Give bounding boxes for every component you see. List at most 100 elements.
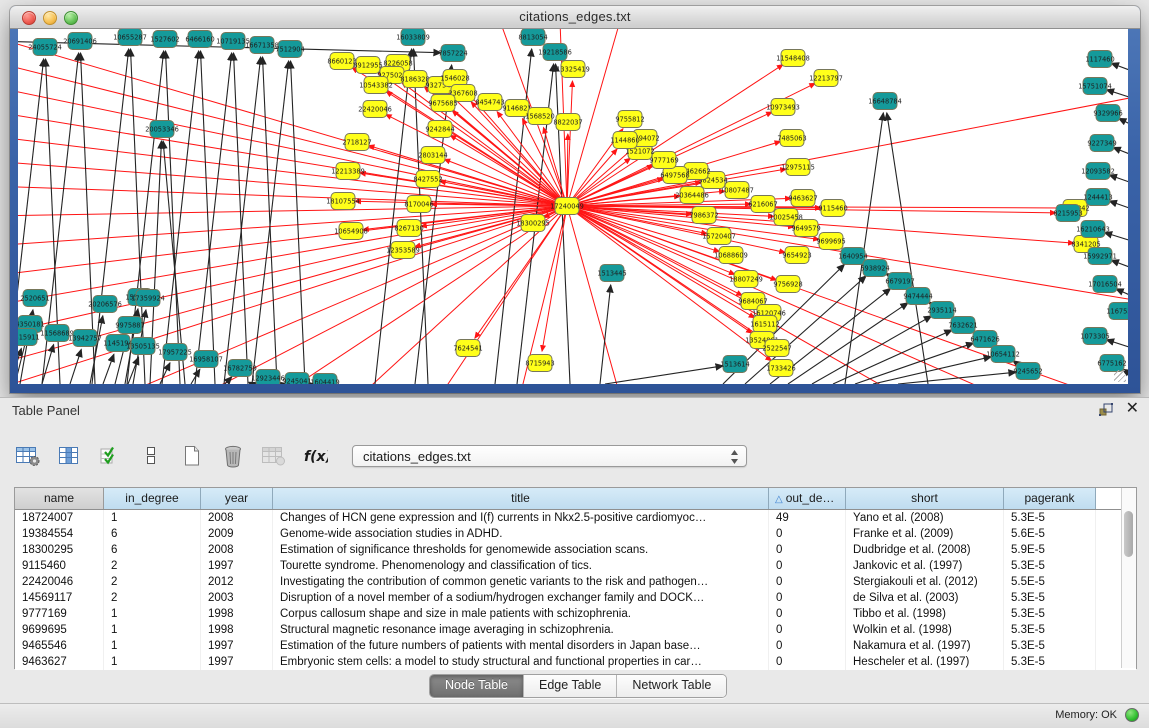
select-checks-icon[interactable] — [96, 443, 124, 469]
scrollbar-thumb[interactable] — [1124, 511, 1133, 557]
network-node[interactable]: 2803144 — [418, 147, 447, 164]
column-header-in_degree[interactable]: in_degree — [104, 488, 201, 509]
network-node[interactable]: 22420046 — [358, 101, 392, 118]
network-node[interactable]: 1244413 — [1083, 189, 1112, 206]
table-row[interactable]: 2242004622012Investigating the contribut… — [15, 574, 1136, 590]
table-selector-dropdown[interactable]: citations_edges.txt — [352, 445, 747, 467]
network-node[interactable]: 12213797 — [809, 70, 843, 87]
table-row[interactable]: 946362711997Embryonic stem cells: a mode… — [15, 654, 1136, 670]
network-node[interactable]: 1167530 — [1106, 303, 1128, 320]
network-node[interactable]: 8715943 — [525, 355, 554, 372]
network-node[interactable]: 6471626 — [970, 331, 999, 348]
network-node[interactable]: 9245652 — [1013, 363, 1042, 380]
float-panel-icon[interactable] — [1098, 401, 1114, 417]
network-node[interactable]: 1144860 — [610, 132, 639, 149]
network-node[interactable]: 9315911 — [18, 329, 40, 346]
network-node[interactable]: 24055724 — [28, 39, 62, 56]
network-node[interactable]: 8660123 — [327, 53, 356, 70]
network-node[interactable]: 20053346 — [145, 121, 179, 138]
network-node[interactable]: 7485063 — [777, 130, 806, 147]
network-node[interactable]: 1568520 — [525, 108, 554, 125]
network-node[interactable]: 1073305 — [1080, 328, 1109, 345]
close-panel-icon[interactable]: ✕ — [1126, 401, 1139, 417]
network-node[interactable]: 1604419 — [310, 374, 339, 385]
network-node[interactable]: 13325419 — [556, 61, 590, 78]
network-node[interactable]: 12093582 — [1081, 163, 1115, 180]
network-node[interactable]: 8454743 — [475, 94, 504, 111]
network-node[interactable]: 2522547 — [762, 340, 791, 357]
network-node[interactable]: 15720407 — [702, 228, 736, 245]
network-node[interactable]: 1513614 — [720, 356, 749, 373]
network-node[interactable]: 2935114 — [927, 302, 956, 319]
network-node[interactable]: 17016504 — [1088, 276, 1122, 293]
network-node[interactable]: 16671358 — [245, 37, 279, 54]
network-node[interactable]: 20691406 — [63, 33, 97, 50]
delete-icon[interactable] — [219, 443, 247, 469]
column-header-short[interactable]: short — [846, 488, 1004, 509]
network-node[interactable]: 1546028 — [440, 70, 469, 87]
network-node[interactable]: 12923446 — [251, 370, 285, 385]
toggle-columns-icon[interactable] — [55, 443, 83, 469]
import-table-disabled-icon[interactable] — [260, 443, 288, 469]
network-node[interactable]: 9329966 — [1093, 105, 1122, 122]
table-row[interactable]: 1872400712008Changes of HCN gene express… — [15, 510, 1136, 526]
network-node[interactable]: 17957225 — [158, 344, 192, 361]
network-node[interactable]: 9463627 — [788, 190, 817, 207]
network-node[interactable]: 18300295 — [516, 215, 550, 232]
network-node[interactable]: 9675685 — [428, 95, 457, 112]
network-node[interactable]: 16958107 — [189, 351, 223, 368]
network-node[interactable]: 7632621 — [948, 317, 977, 334]
network-node[interactable]: 12975115 — [781, 159, 815, 176]
network-node[interactable]: 9227349 — [1087, 135, 1116, 152]
tab-network-table[interactable]: Network Table — [617, 675, 726, 697]
network-node[interactable]: 9115460 — [818, 200, 847, 217]
network-node[interactable]: 10654112 — [986, 346, 1020, 363]
network-node[interactable]: 9242844 — [425, 121, 454, 138]
network-node[interactable]: 18107554 — [326, 193, 360, 210]
network-node[interactable]: 19218586 — [538, 44, 572, 61]
network-node[interactable]: 8822037 — [553, 114, 582, 131]
network-node[interactable]: 9474444 — [903, 288, 932, 305]
network-node[interactable]: 11548408 — [776, 50, 810, 67]
table-row[interactable]: 1938455462009Genome-wide association stu… — [15, 526, 1136, 542]
network-node[interactable]: 6466160 — [185, 31, 214, 48]
network-node[interactable]: 8215953 — [1053, 205, 1082, 222]
row-height-icon[interactable] — [137, 443, 165, 469]
column-header-pagerank[interactable]: pagerank — [1004, 488, 1096, 509]
network-node[interactable]: 1527602 — [150, 31, 179, 48]
memory-status-indicator[interactable] — [1125, 708, 1139, 722]
tab-node-table[interactable]: Node Table — [430, 675, 524, 697]
network-node[interactable]: 6775162 — [1097, 355, 1126, 372]
network-node[interactable]: 20364486 — [675, 187, 709, 204]
network-node[interactable]: 13505135 — [126, 338, 160, 355]
network-node[interactable]: 9245041 — [282, 373, 311, 385]
window-titlebar[interactable]: citations_edges.txt — [10, 6, 1140, 29]
canvas-resize-grip[interactable] — [1114, 370, 1126, 382]
network-node[interactable]: 9649579 — [791, 220, 820, 237]
table-row[interactable]: 1830029562008Estimation of significance … — [15, 542, 1136, 558]
network-node[interactable]: 1733426 — [766, 360, 795, 377]
network-node[interactable]: 1615112 — [750, 316, 779, 333]
network-node[interactable]: 16210643 — [1076, 221, 1110, 238]
network-node[interactable]: 10654908 — [334, 223, 368, 240]
network-node[interactable]: 9755812 — [615, 111, 644, 128]
network-node[interactable]: 6216067 — [748, 196, 777, 213]
network-node[interactable]: 12353589 — [386, 242, 420, 259]
network-node[interactable]: 10543382 — [359, 77, 393, 94]
column-header-year[interactable]: year — [201, 488, 273, 509]
network-node[interactable]: 8170046 — [404, 196, 433, 213]
table-row[interactable]: 946554611997Estimation of the future num… — [15, 638, 1136, 654]
network-node[interactable]: 18807249 — [729, 271, 763, 288]
network-node[interactable]: 20206576 — [88, 296, 122, 313]
network-node[interactable]: 10973493 — [766, 99, 800, 116]
new-column-icon[interactable] — [178, 443, 206, 469]
table-row[interactable]: 1456911722003Disruption of a novel membe… — [15, 590, 1136, 606]
function-builder-icon[interactable]: f(x) — [301, 443, 329, 469]
network-node[interactable]: 8427552 — [413, 171, 442, 188]
network-node[interactable]: 6497568 — [660, 167, 689, 184]
network-node[interactable]: 16033809 — [396, 29, 430, 46]
network-node[interactable]: 2520651 — [20, 290, 49, 307]
network-node[interactable]: 16648784 — [868, 93, 902, 110]
network-node[interactable]: 6679197 — [885, 273, 914, 290]
network-node[interactable]: 7512904 — [275, 41, 304, 58]
